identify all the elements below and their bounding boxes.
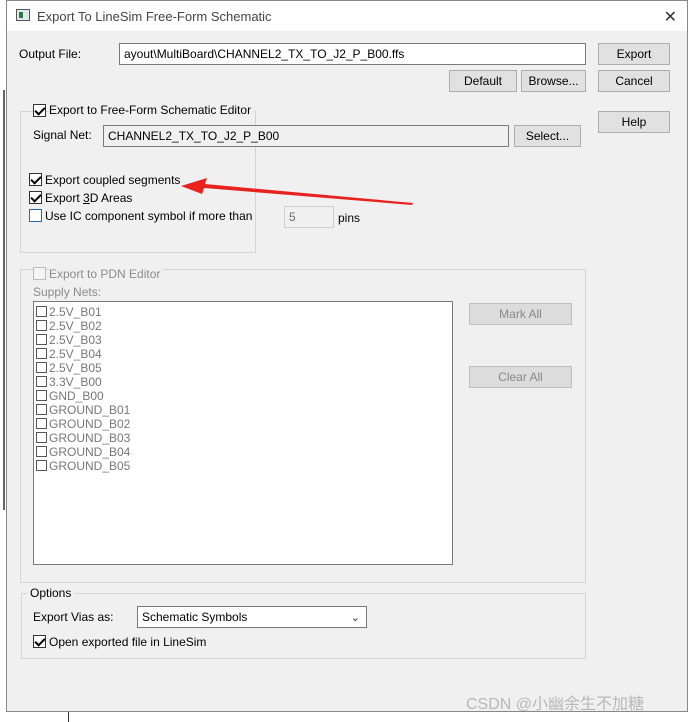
net-name: GROUND_B02: [49, 417, 131, 431]
net-checkbox[interactable]: [36, 376, 47, 387]
export-ffs-checkbox[interactable]: [33, 104, 46, 117]
cancel-button[interactable]: Cancel: [598, 70, 670, 92]
net-name: 2.5V_B05: [49, 361, 102, 375]
net-name: 2.5V_B01: [49, 305, 102, 319]
open-in-linesim-checkbox[interactable]: [33, 635, 46, 648]
window-title: Export To LineSim Free-Form Schematic: [37, 9, 272, 24]
annotation-arrow-icon: [181, 178, 413, 205]
net-name: GROUND_B01: [49, 403, 131, 417]
net-checkbox[interactable]: [36, 306, 47, 317]
watermark: CSDN @小幽余生不加糖: [466, 696, 645, 713]
signal-net-field: CHANNEL2_TX_TO_J2_P_B00: [103, 125, 509, 147]
signal-net-label: Signal Net:: [33, 128, 92, 142]
pins-label: pins: [338, 211, 361, 225]
net-checkbox[interactable]: [36, 320, 47, 331]
list-item[interactable]: 2.5V_B02: [36, 319, 102, 333]
list-item[interactable]: GROUND_B05: [36, 459, 130, 473]
list-item[interactable]: 2.5V_B03: [36, 333, 102, 347]
help-button[interactable]: Help: [598, 111, 670, 133]
export-coupled-checkbox[interactable]: [29, 173, 42, 186]
export-pdn-label: Export to PDN Editor: [49, 267, 164, 281]
net-name: GROUND_B05: [49, 459, 131, 473]
net-checkbox[interactable]: [36, 418, 47, 429]
supply-nets-label: Supply Nets:: [33, 285, 102, 299]
export-coupled-label: Export coupled segments: [45, 173, 181, 187]
net-checkbox[interactable]: [36, 404, 47, 415]
export-ffs-label: Export to Free-Form Schematic Editor: [49, 103, 255, 117]
close-icon[interactable]: ✕: [664, 7, 677, 27]
output-file-input[interactable]: ayout\MultiBoard\CHANNEL2_TX_TO_J2_P_B00…: [119, 43, 586, 65]
list-item[interactable]: 2.5V_B04: [36, 347, 102, 361]
list-item[interactable]: 2.5V_B05: [36, 361, 102, 375]
export-vias-label: Export Vias as:: [33, 610, 114, 624]
net-name: GROUND_B03: [49, 431, 131, 445]
export-3d-areas-checkbox[interactable]: [29, 191, 42, 204]
list-item[interactable]: GROUND_B04: [36, 445, 130, 459]
output-file-label: Output File:: [19, 47, 82, 61]
export-vias-value: Schematic Symbols: [142, 610, 248, 624]
net-name: 3.3V_B00: [49, 375, 102, 389]
dialog-window: Export To LineSim Free-Form Schematic ✕ …: [6, 0, 688, 712]
list-item[interactable]: 3.3V_B00: [36, 375, 102, 389]
mark-all-button[interactable]: Mark All: [469, 303, 572, 325]
net-checkbox[interactable]: [36, 334, 47, 345]
net-checkbox[interactable]: [36, 446, 47, 457]
net-checkbox[interactable]: [36, 348, 47, 359]
net-name: 2.5V_B03: [49, 333, 102, 347]
net-checkbox[interactable]: [36, 362, 47, 373]
export-pdn-checkbox[interactable]: [33, 267, 46, 280]
supply-nets-list[interactable]: 2.5V_B01 2.5V_B02 2.5V_B03 2.5V_B04 2.5V_B05…: [33, 301, 453, 565]
select-net-button[interactable]: Select...: [514, 125, 581, 147]
export-vias-select[interactable]: Schematic Symbols ⌄: [137, 606, 367, 628]
net-name: GND_B00: [49, 389, 104, 403]
options-label: Options: [27, 586, 75, 600]
export-button[interactable]: Export: [598, 43, 670, 65]
clear-all-button[interactable]: Clear All: [469, 366, 572, 388]
list-item[interactable]: GND_B00: [36, 389, 104, 403]
chevron-down-icon: ⌄: [350, 612, 360, 624]
background-edge: [3, 90, 5, 510]
use-ic-symbol-checkbox[interactable]: [29, 209, 42, 222]
background-edge: [68, 712, 69, 722]
net-name: 2.5V_B02: [49, 319, 102, 333]
list-item[interactable]: GROUND_B02: [36, 417, 130, 431]
net-checkbox[interactable]: [36, 460, 47, 471]
app-icon: [16, 9, 30, 21]
net-checkbox[interactable]: [36, 432, 47, 443]
export-3d-areas-label: Export 3D Areas: [45, 191, 133, 205]
list-item[interactable]: GROUND_B01: [36, 403, 130, 417]
default-button[interactable]: Default: [449, 70, 517, 92]
open-in-linesim-label: Open exported file in LineSim: [49, 635, 207, 649]
net-name: GROUND_B04: [49, 445, 131, 459]
net-checkbox[interactable]: [36, 390, 47, 401]
list-item[interactable]: 2.5V_B01: [36, 305, 102, 319]
net-name: 2.5V_B04: [49, 347, 102, 361]
browse-button[interactable]: Browse...: [521, 70, 586, 92]
list-item[interactable]: GROUND_B03: [36, 431, 130, 445]
title-bar: Export To LineSim Free-Form Schematic ✕: [7, 1, 687, 31]
